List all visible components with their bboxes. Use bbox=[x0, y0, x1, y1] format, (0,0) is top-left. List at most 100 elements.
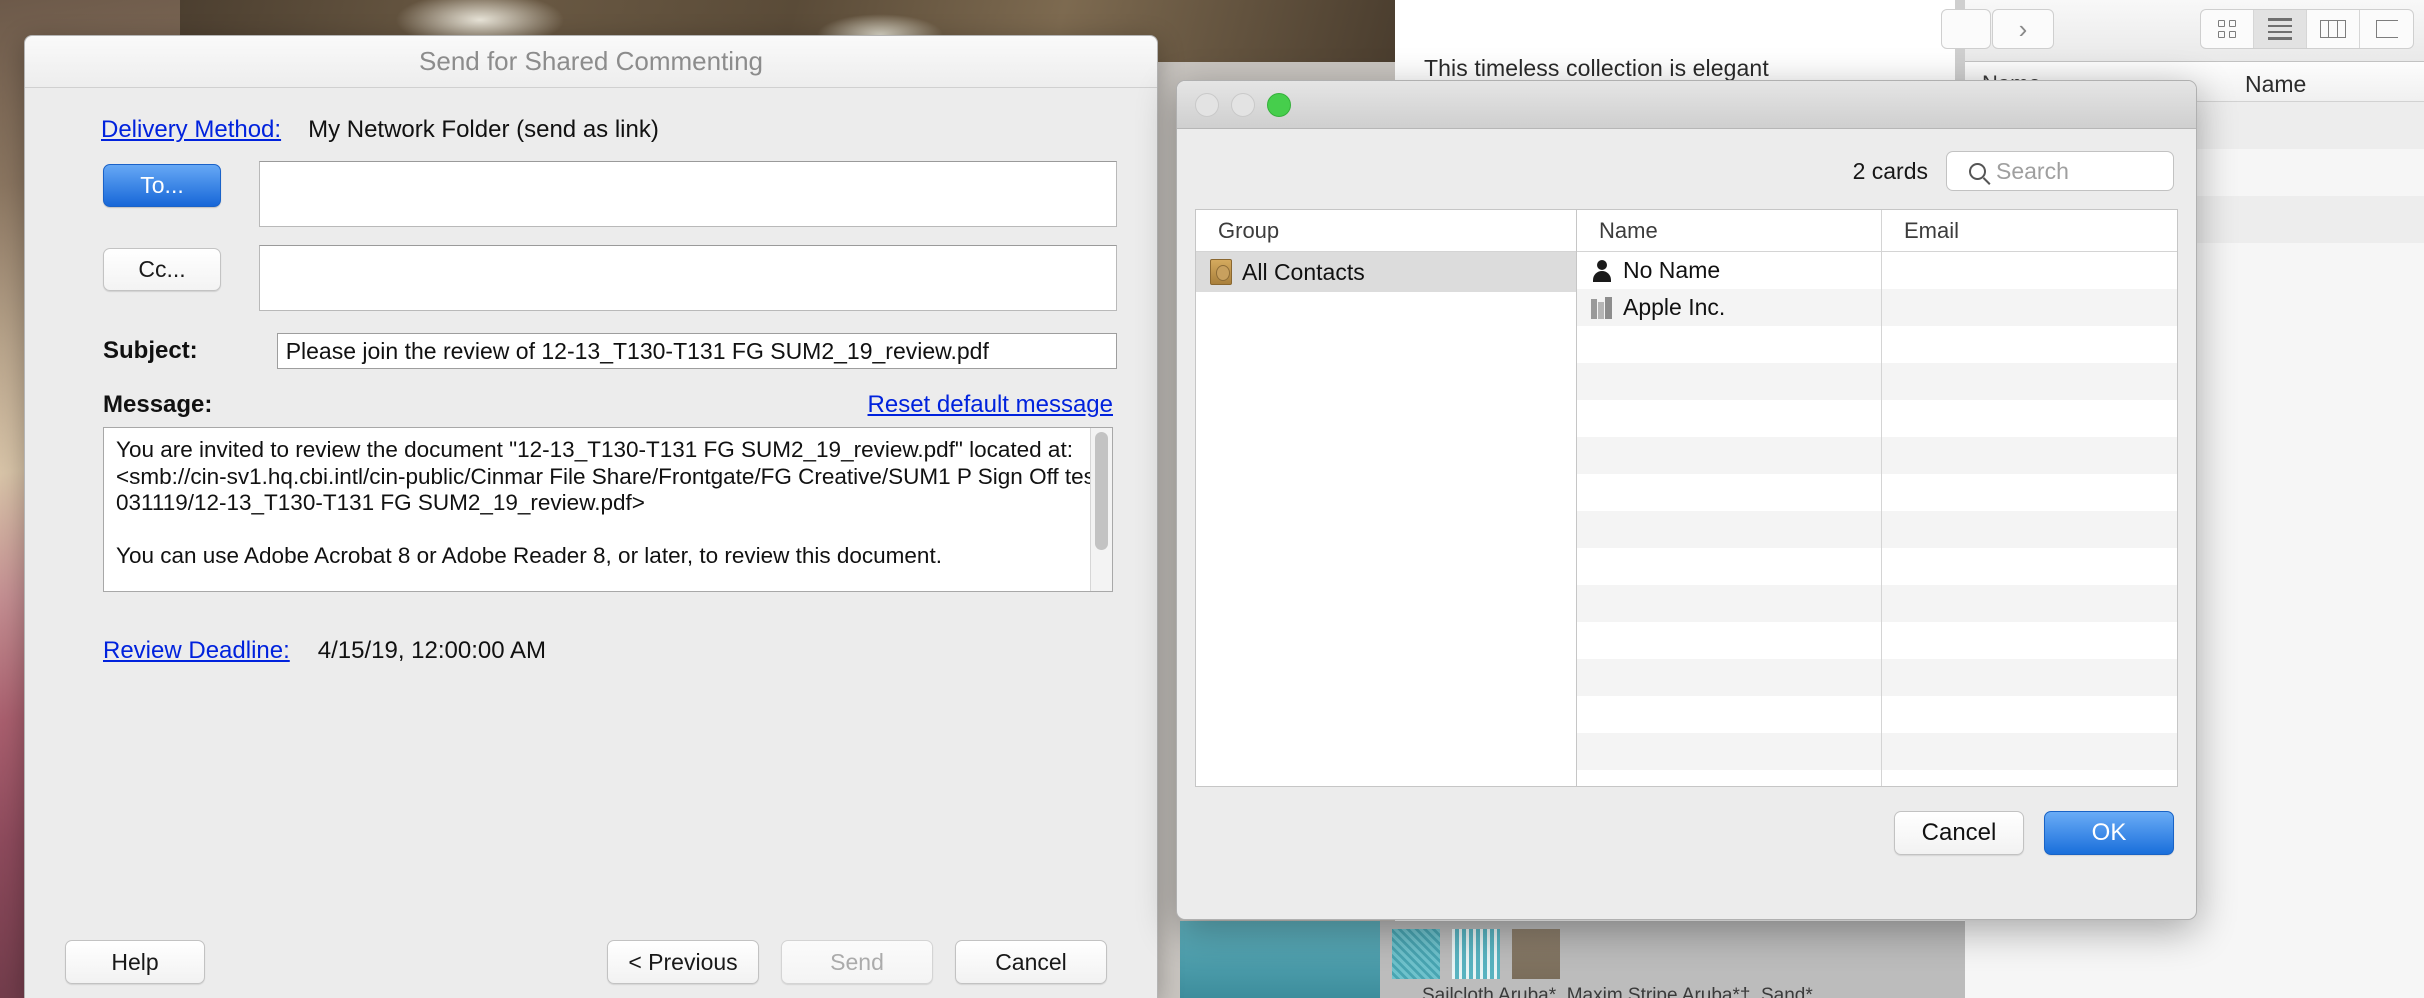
contacts-cancel-button[interactable]: Cancel bbox=[1894, 811, 2024, 855]
chevron-right-icon[interactable]: › bbox=[1992, 9, 2054, 49]
person-icon bbox=[1591, 259, 1613, 282]
dialog-body: Delivery Method: My Network Folder (send… bbox=[25, 116, 1157, 665]
gallery-view-icon[interactable] bbox=[2360, 10, 2413, 48]
contact-row-empty bbox=[1577, 659, 1881, 696]
screen-root: This timeless collection is elegant +2 S… bbox=[0, 0, 2424, 998]
finder-toolbar: › bbox=[1941, 0, 2424, 62]
contacts-search-row: 2 cards Search bbox=[1177, 129, 2196, 191]
contact-name: Apple Inc. bbox=[1623, 294, 1726, 320]
group-column-header: Group bbox=[1196, 210, 1576, 252]
email-cell bbox=[1882, 326, 2177, 363]
email-cell bbox=[1882, 696, 2177, 733]
name-column-header: Name bbox=[1577, 210, 1881, 252]
contacts-ok-button[interactable]: OK bbox=[2044, 811, 2174, 855]
contact-name: No Name bbox=[1623, 257, 1721, 283]
previous-button[interactable]: < Previous bbox=[607, 940, 759, 984]
address-book-icon bbox=[1210, 259, 1232, 285]
contact-row-empty bbox=[1577, 474, 1881, 511]
contact-row-empty bbox=[1577, 548, 1881, 585]
email-cell bbox=[1882, 252, 2177, 289]
to-row: To... bbox=[65, 161, 1117, 227]
help-button[interactable]: Help bbox=[65, 940, 205, 984]
cc-recipients-field[interactable] bbox=[259, 245, 1117, 311]
contacts-picker-window: 2 cards Search Group All Contacts Name N… bbox=[1176, 80, 2197, 920]
finder-name-label: Name bbox=[2245, 71, 2307, 97]
email-cell bbox=[1882, 400, 2177, 437]
to-recipients-field[interactable] bbox=[259, 161, 1117, 227]
delivery-method-row: Delivery Method: My Network Folder (send… bbox=[65, 116, 1117, 144]
cc-button[interactable]: Cc... bbox=[103, 248, 221, 291]
cancel-button[interactable]: Cancel bbox=[955, 940, 1107, 984]
contacts-titlebar[interactable] bbox=[1177, 81, 2196, 129]
search-placeholder: Search bbox=[1996, 157, 2069, 184]
contact-row-empty bbox=[1577, 363, 1881, 400]
review-deadline-value: 4/15/19, 12:00:00 AM bbox=[317, 637, 546, 664]
review-deadline-row: Review Deadline: 4/15/19, 12:00:00 AM bbox=[65, 637, 1117, 665]
reset-default-message-link[interactable]: Reset default message bbox=[868, 391, 1113, 419]
swatch-strip: +2 Sailcloth Aruba*, Maxim Stripe Aruba*… bbox=[1380, 921, 1965, 998]
contact-row-empty bbox=[1577, 326, 1881, 363]
email-cell bbox=[1882, 622, 2177, 659]
contact-row-empty bbox=[1577, 511, 1881, 548]
company-icon bbox=[1591, 296, 1613, 319]
email-cell bbox=[1882, 585, 2177, 622]
minimize-button[interactable] bbox=[1231, 92, 1255, 117]
contact-row-empty bbox=[1577, 400, 1881, 437]
contact-row-empty bbox=[1577, 622, 1881, 659]
search-input[interactable]: Search bbox=[1946, 151, 2174, 191]
email-cell bbox=[1882, 548, 2177, 585]
review-deadline-link[interactable]: Review Deadline: bbox=[103, 637, 290, 665]
icon-view-icon[interactable] bbox=[2201, 10, 2254, 48]
email-column: Email bbox=[1881, 210, 2177, 786]
swatch-caption: Sailcloth Aruba*, Maxim Stripe Aruba*†, … bbox=[1422, 985, 1813, 998]
email-cell bbox=[1882, 733, 2177, 770]
column-view-icon[interactable] bbox=[2307, 10, 2360, 48]
delivery-method-link[interactable]: Delivery Method: bbox=[101, 116, 281, 144]
contact-row-empty bbox=[1577, 696, 1881, 733]
subject-row: Subject: Please join the review of 12-13… bbox=[65, 333, 1117, 369]
to-button[interactable]: To... bbox=[103, 164, 221, 207]
email-cell bbox=[1882, 511, 2177, 548]
cards-count-label: 2 cards bbox=[1852, 157, 1928, 184]
send-button: Send bbox=[781, 940, 933, 984]
swatch-sand bbox=[1512, 929, 1560, 979]
dialog-footer: Help < Previous Send Cancel bbox=[25, 920, 1157, 998]
message-body-text: You are invited to review the document "… bbox=[116, 437, 1102, 568]
list-view-icon[interactable] bbox=[2254, 10, 2307, 48]
cc-row: Cc... bbox=[65, 245, 1117, 311]
message-textarea[interactable]: You are invited to review the document "… bbox=[103, 427, 1113, 592]
contact-row-empty bbox=[1577, 437, 1881, 474]
message-row: Message: Reset default message bbox=[65, 391, 1117, 419]
email-cell bbox=[1882, 474, 2177, 511]
message-label: Message: bbox=[103, 391, 213, 418]
contacts-footer: Cancel OK bbox=[1177, 787, 2196, 855]
subject-label: Subject: bbox=[103, 337, 198, 364]
swatch-maxim-stripe-aruba bbox=[1452, 929, 1500, 979]
document-excerpt-text: This timeless collection is elegant bbox=[1424, 55, 1769, 81]
zoom-button[interactable] bbox=[1267, 92, 1291, 117]
close-button[interactable] bbox=[1195, 92, 1219, 117]
contacts-tables: Group All Contacts Name No Name Apple In… bbox=[1195, 209, 2178, 787]
email-column-header: Email bbox=[1882, 210, 2177, 252]
contact-row-empty bbox=[1577, 585, 1881, 622]
email-cell bbox=[1882, 659, 2177, 696]
delivery-method-value: My Network Folder (send as link) bbox=[308, 116, 659, 143]
subject-input[interactable]: Please join the review of 12-13_T130-T13… bbox=[276, 333, 1117, 369]
swatch-sailcloth-aruba bbox=[1392, 929, 1440, 979]
background-teal-strip bbox=[1180, 921, 1380, 998]
group-column: Group All Contacts bbox=[1196, 210, 1577, 786]
message-scrollbar-thumb[interactable] bbox=[1095, 432, 1108, 550]
group-row-all-contacts[interactable]: All Contacts bbox=[1196, 252, 1576, 292]
send-for-shared-commenting-dialog: Send for Shared Commenting Delivery Meth… bbox=[24, 35, 1158, 998]
email-cell bbox=[1882, 363, 2177, 400]
email-cell bbox=[1882, 437, 2177, 474]
finder-view-switcher[interactable] bbox=[2200, 9, 2414, 49]
group-label: All Contacts bbox=[1242, 258, 1365, 285]
dialog-title: Send for Shared Commenting bbox=[25, 36, 1157, 88]
message-scrollbar[interactable] bbox=[1090, 428, 1112, 591]
contacts-list-column: Name No Name Apple Inc. Email bbox=[1577, 210, 2177, 786]
name-column: Name No Name Apple Inc. bbox=[1577, 210, 1881, 786]
contact-row[interactable]: Apple Inc. bbox=[1577, 289, 1881, 326]
finder-back-button[interactable] bbox=[1941, 9, 1991, 49]
contact-row[interactable]: No Name bbox=[1577, 252, 1881, 289]
